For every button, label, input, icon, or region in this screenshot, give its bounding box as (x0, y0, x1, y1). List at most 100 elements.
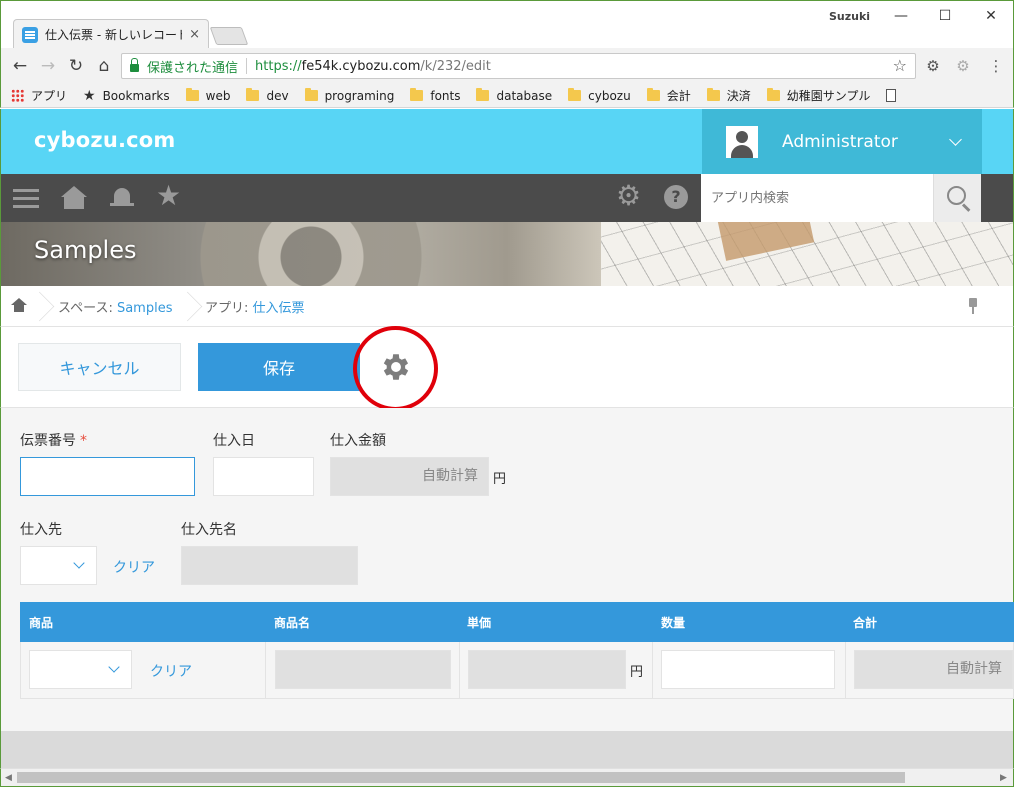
supplier-clear-link[interactable]: クリア (113, 557, 155, 577)
app-search-input[interactable] (701, 174, 933, 222)
bell-icon[interactable] (108, 184, 136, 212)
extension-icon[interactable]: ⚙ (953, 56, 973, 76)
bookmark-label: アプリ (31, 89, 68, 103)
table-divider (265, 642, 266, 698)
bookmark-label: Bookmarks (102, 88, 170, 103)
folder-icon (476, 88, 490, 101)
bookmark-folder-payment[interactable]: 決済 (706, 87, 751, 104)
chevron-down-icon (949, 132, 962, 146)
extension-gear-icon[interactable]: ⚙ (923, 56, 943, 76)
bookmark-folder-dev[interactable]: dev (246, 88, 289, 103)
table-row: クリア 円 自動計算 (20, 642, 1014, 699)
space-title: Samples (34, 236, 137, 264)
url-path: /k/232/edit (420, 58, 491, 74)
save-button[interactable]: 保存 (198, 343, 360, 391)
voucher-no-input[interactable] (20, 457, 195, 496)
col-header-unit-price: 単価 (467, 616, 492, 630)
breadcrumb-separator (181, 286, 195, 327)
browser-toolbar: ← → ↻ ⌂ 保護された通信 https:// fe54k.cybozu.co… (0, 48, 1014, 84)
quantity-input[interactable] (661, 650, 835, 689)
chevron-down-icon (73, 557, 85, 569)
bookmark-label: cybozu (588, 88, 631, 103)
back-icon[interactable]: ← (9, 55, 31, 77)
forward-icon[interactable]: → (37, 55, 59, 77)
bookmark-label: programing (324, 88, 395, 103)
col-header-product-name: 商品名 (274, 616, 311, 630)
help-icon[interactable]: ? (664, 185, 688, 209)
favorites-star-icon[interactable]: ★ (156, 181, 181, 211)
bookmark-label: 決済 (726, 89, 751, 103)
cancel-button[interactable]: キャンセル (18, 343, 181, 391)
supplier-dropdown[interactable] (20, 546, 97, 585)
menu-icon[interactable] (13, 184, 41, 212)
home-portal-icon[interactable] (61, 184, 89, 212)
purchase-amount-unit: 円 (493, 472, 507, 487)
record-form: 伝票番号 * 仕入日 仕入金額 自動計算 円 仕入先 クリア 仕入先名 商品 商品… (0, 408, 1014, 731)
record-action-bar: キャンセル 保存 (0, 327, 1014, 408)
col-header-total: 合計 (853, 616, 878, 630)
product-clear-link[interactable]: クリア (150, 661, 192, 681)
unit-price-field (468, 650, 626, 689)
apps-icon (11, 89, 24, 102)
bookmark-label: dev (266, 88, 289, 103)
tab-close-icon[interactable]: × (189, 27, 200, 42)
bookmark-bookmarks[interactable]: ★ Bookmarks (83, 88, 170, 104)
purchase-date-label: 仕入日 (213, 433, 255, 449)
chrome-menu-icon[interactable]: ⋮ (986, 56, 1006, 76)
bookmark-label: 幼稚園サンプル (786, 89, 871, 103)
horizontal-scrollbar[interactable]: ◀ ▶ (0, 768, 1014, 787)
folder-icon (706, 88, 720, 101)
bookmark-label: database (496, 88, 553, 103)
bookmark-folder-web[interactable]: web (185, 88, 230, 103)
bookmark-folder-accounting[interactable]: 会計 (646, 87, 691, 104)
voucher-no-label-text: 伝票番号 (20, 433, 76, 449)
close-window-button[interactable]: ✕ (977, 5, 1005, 27)
bookmark-document[interactable] (886, 89, 897, 102)
folder-icon (646, 88, 660, 101)
bookmark-folder-fonts[interactable]: fonts (410, 88, 461, 103)
reload-icon[interactable]: ↻ (65, 55, 87, 77)
bookmark-label: 会計 (666, 89, 691, 103)
bookmark-folder-cybozu[interactable]: cybozu (568, 88, 631, 103)
cybozu-logo[interactable]: cybozu.com (34, 128, 176, 152)
purchase-date-input[interactable] (213, 457, 314, 496)
product-dropdown[interactable] (29, 650, 132, 689)
breadcrumb-app-prefix: アプリ: (205, 301, 249, 316)
chevron-down-icon (108, 661, 120, 673)
bookmark-folder-programing[interactable]: programing (304, 88, 395, 103)
user-menu[interactable]: Administrator (702, 109, 982, 174)
search-icon[interactable] (933, 174, 981, 222)
folder-icon (568, 88, 582, 101)
folder-icon (410, 88, 424, 101)
bookmark-folder-kindergarten[interactable]: 幼稚園サンプル (766, 87, 871, 104)
browser-tab[interactable]: 仕入伝票 - 新しいレコード × (13, 19, 209, 49)
scroll-left-icon[interactable]: ◀ (5, 773, 12, 783)
col-header-quantity: 数量 (661, 616, 686, 630)
new-tab-button[interactable] (209, 27, 249, 45)
document-icon (886, 89, 897, 102)
purchase-amount-label: 仕入金額 (330, 433, 386, 449)
breadcrumb-app-link[interactable]: 仕入伝票 (253, 301, 305, 316)
settings-gear-icon[interactable]: ⚙ (616, 181, 641, 211)
table-divider (845, 642, 846, 698)
address-bar[interactable]: 保護された通信 https:// fe54k.cybozu.com /k/232… (121, 53, 916, 79)
omnibox-separator (246, 58, 248, 74)
maximize-button[interactable]: ☐ (931, 5, 959, 27)
bookmark-apps[interactable]: アプリ (11, 87, 67, 104)
profile-name[interactable]: Suzuki (829, 10, 870, 23)
breadcrumb-separator (33, 286, 47, 327)
scroll-right-icon[interactable]: ▶ (1000, 773, 1007, 783)
product-name-field (275, 650, 451, 689)
folder-icon (304, 88, 318, 101)
bookmark-folder-database[interactable]: database (476, 88, 553, 103)
pin-icon[interactable] (967, 298, 979, 314)
url-host: fe54k.cybozu.com (301, 58, 421, 74)
required-mark: * (80, 433, 87, 449)
minimize-button[interactable]: — (887, 5, 915, 27)
home-icon[interactable]: ⌂ (93, 55, 115, 77)
bookmark-label: fonts (430, 88, 461, 103)
scrollbar-thumb[interactable] (17, 772, 905, 783)
breadcrumb-space-link[interactable]: Samples (117, 301, 173, 316)
folder-icon (246, 88, 260, 101)
bookmark-star-icon[interactable]: ☆ (893, 56, 907, 75)
